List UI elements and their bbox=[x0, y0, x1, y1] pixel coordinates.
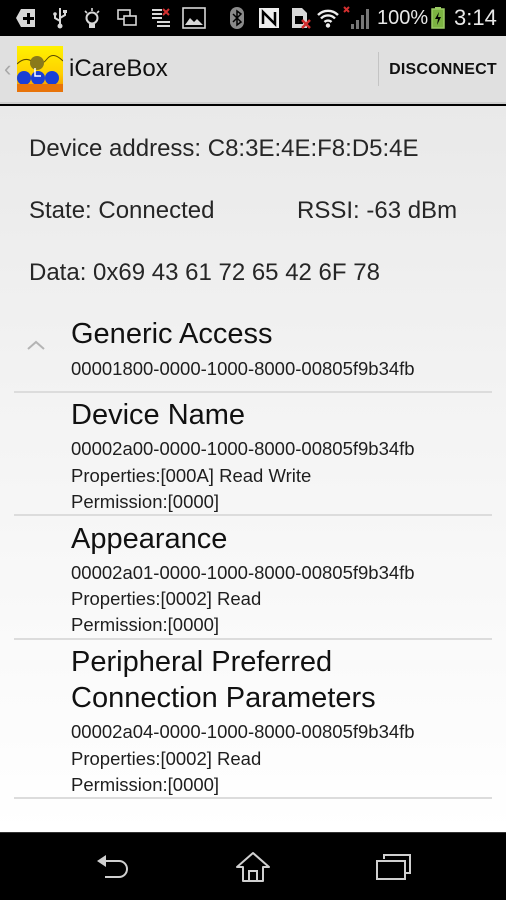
device-detail-content: Device address: C8:3E:4E:F8:D5:4E State:… bbox=[0, 106, 506, 832]
clock: 3:14 bbox=[454, 5, 497, 30]
characteristic-properties: Properties:[000A] Read Write bbox=[71, 465, 312, 486]
lightbulb-icon bbox=[81, 6, 103, 30]
divider bbox=[14, 797, 492, 799]
characteristic-permission: Permission:[0000] bbox=[71, 614, 220, 635]
characteristic-name: Appearance bbox=[71, 523, 228, 555]
app-logo[interactable] bbox=[16, 46, 64, 92]
divider bbox=[14, 514, 492, 516]
image-icon bbox=[181, 6, 207, 30]
characteristic-uuid: 00002a01-0000-1000-8000-00805f9b34fb bbox=[71, 562, 415, 583]
recent-apps-button[interactable] bbox=[363, 847, 423, 887]
characteristic-name-line1: Peripheral Preferred bbox=[71, 646, 333, 678]
back-icon bbox=[97, 855, 128, 878]
recent-apps-icon bbox=[376, 854, 411, 880]
characteristic-uuid: 00002a04-0000-1000-8000-00805f9b34fb bbox=[71, 721, 415, 742]
characteristic-properties: Properties:[0002] Read bbox=[71, 748, 262, 769]
characteristic-name-line2: Connection Parameters bbox=[71, 682, 376, 714]
signal-no-service-icon bbox=[342, 6, 370, 30]
action-bar-divider bbox=[378, 52, 379, 86]
battery-charging-icon bbox=[430, 6, 446, 30]
app-title: iCareBox bbox=[69, 55, 168, 82]
characteristic-properties: Properties:[0002] Read bbox=[71, 588, 262, 609]
navigation-bar bbox=[0, 832, 506, 900]
advertisement-data: Data: 0x69 43 61 72 65 42 6F 78 bbox=[29, 259, 380, 286]
battery-percent: 100% bbox=[377, 7, 429, 29]
device-address: Device address: C8:3E:4E:F8:D5:4E bbox=[29, 135, 419, 162]
characteristic-permission: Permission:[0000] bbox=[71, 774, 220, 795]
bluetooth-icon bbox=[228, 6, 246, 30]
disconnect-button[interactable]: DISCONNECT bbox=[380, 36, 506, 104]
service-uuid: 00001800-0000-1000-8000-00805f9b34fb bbox=[71, 358, 415, 379]
screen-mirror-icon bbox=[116, 6, 138, 30]
add-notification-icon bbox=[14, 6, 38, 30]
connection-state: State: Connected bbox=[29, 197, 215, 224]
divider bbox=[14, 638, 492, 640]
usb-icon bbox=[50, 6, 70, 30]
wifi-icon bbox=[315, 6, 341, 30]
rssi-value: RSSI: -63 dBm bbox=[297, 197, 458, 224]
back-button[interactable] bbox=[83, 847, 143, 887]
service-name: Generic Access bbox=[71, 318, 273, 350]
status-bar: 100% 3:14 bbox=[0, 0, 506, 36]
up-navigation-icon[interactable]: ‹ bbox=[4, 56, 11, 82]
no-sim-icon bbox=[289, 6, 313, 30]
divider bbox=[14, 391, 492, 393]
nfc-icon bbox=[257, 6, 281, 30]
action-bar: ‹ iCareBox DISCONNECT bbox=[0, 36, 506, 104]
sync-error-icon bbox=[150, 6, 172, 30]
home-icon bbox=[236, 852, 270, 882]
collapse-chevron-icon[interactable] bbox=[26, 338, 46, 352]
home-button[interactable] bbox=[223, 847, 283, 887]
characteristic-uuid: 00002a00-0000-1000-8000-00805f9b34fb bbox=[71, 438, 415, 459]
characteristic-name: Device Name bbox=[71, 399, 246, 431]
characteristic-permission: Permission:[0000] bbox=[71, 491, 220, 512]
